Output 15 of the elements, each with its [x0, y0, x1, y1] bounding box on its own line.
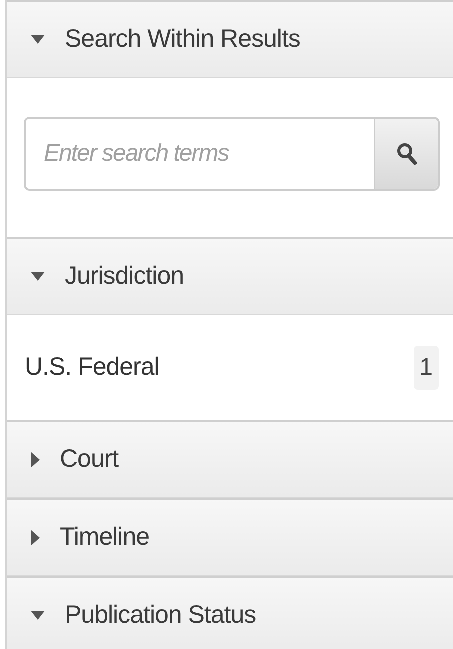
search-field[interactable]: Enter search terms: [24, 117, 440, 191]
section-header[interactable]: Court: [7, 420, 453, 498]
search-icon: [396, 143, 416, 165]
search-button[interactable]: [374, 119, 438, 189]
caret-down-icon: [31, 611, 45, 620]
section-header[interactable]: Publication Status: [7, 576, 453, 649]
section-header[interactable]: Timeline: [7, 498, 453, 576]
section-header[interactable]: Jurisdiction: [7, 237, 453, 315]
caret-right-icon: [31, 530, 40, 546]
section-header[interactable]: Search Within Results: [7, 0, 453, 78]
caret-down-icon: [31, 272, 45, 281]
caret-down-icon: [31, 35, 45, 44]
count-badge: 1: [414, 346, 439, 390]
caret-right-icon: [31, 452, 40, 468]
facet-link[interactable]: U.S. Federal: [25, 353, 160, 382]
